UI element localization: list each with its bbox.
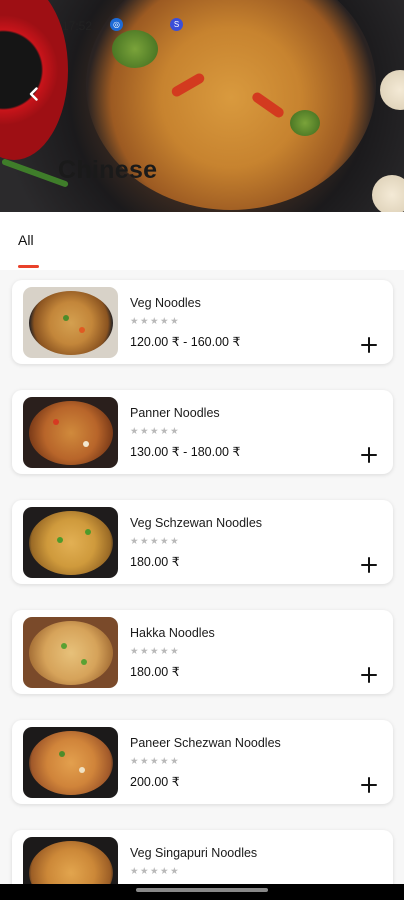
menu-item-card[interactable]: Veg Schzewan Noodles ★★★★★ 180.00 ₹ xyxy=(12,500,393,584)
item-price: 120.00 ₹ - 160.00 ₹ xyxy=(130,335,241,349)
add-item-button[interactable] xyxy=(359,775,379,795)
item-price: 200.00 ₹ xyxy=(130,775,180,789)
chevron-left-icon xyxy=(29,87,38,101)
food-thumbnail xyxy=(23,287,118,358)
app-notification-icon: ◎ xyxy=(110,18,123,31)
item-name: Hakka Noodles xyxy=(130,626,215,640)
broccoli xyxy=(290,110,320,136)
item-name: Veg Singapuri Noodles xyxy=(130,846,258,860)
category-title: Chinese xyxy=(58,156,158,184)
app-notification-icon: S xyxy=(170,18,183,31)
item-price: 180.00 ₹ xyxy=(130,555,180,569)
item-name: Panner Noodles xyxy=(130,406,220,420)
plus-icon xyxy=(361,557,377,573)
tab-all[interactable]: All xyxy=(18,232,34,248)
food-thumbnail xyxy=(23,727,118,798)
item-price: 180.00 ₹ xyxy=(130,665,180,679)
plus-icon xyxy=(361,777,377,793)
food-thumbnail xyxy=(23,397,118,468)
item-name: Veg Schzewan Noodles xyxy=(130,516,263,530)
menu-item-card[interactable]: Veg Noodles ★★★★★ 120.00 ₹ - 160.00 ₹ xyxy=(12,280,393,364)
rating-stars: ★★★★★ xyxy=(130,646,181,657)
menu-item-card[interactable]: Panner Noodles ★★★★★ 130.00 ₹ - 180.00 ₹ xyxy=(12,390,393,474)
plus-icon xyxy=(361,337,377,353)
broccoli xyxy=(112,30,158,68)
add-item-button[interactable] xyxy=(359,335,379,355)
active-tab-indicator xyxy=(18,265,39,268)
rating-stars: ★★★★★ xyxy=(130,756,181,767)
system-navigation-bar xyxy=(0,884,404,900)
tab-bar xyxy=(0,212,404,270)
add-item-button[interactable] xyxy=(359,555,379,575)
item-name: Veg Noodles xyxy=(130,296,201,310)
status-time: 17:52 xyxy=(62,19,93,33)
rating-stars: ★★★★★ xyxy=(130,316,181,327)
menu-item-card[interactable]: Hakka Noodles ★★★★★ 180.00 ₹ xyxy=(12,610,393,694)
food-thumbnail xyxy=(23,507,118,578)
dumpling xyxy=(380,70,404,110)
item-name: Paneer Schezwan Noodles xyxy=(130,736,281,750)
rating-stars: ★★★★★ xyxy=(130,426,181,437)
home-gesture-handle[interactable] xyxy=(136,888,268,892)
rating-stars: ★★★★★ xyxy=(130,866,181,877)
add-item-button[interactable] xyxy=(359,445,379,465)
plus-icon xyxy=(361,447,377,463)
back-button[interactable] xyxy=(20,80,48,108)
add-item-button[interactable] xyxy=(359,665,379,685)
item-price: 130.00 ₹ - 180.00 ₹ xyxy=(130,445,241,459)
plus-icon xyxy=(361,667,377,683)
rating-stars: ★★★★★ xyxy=(130,536,181,547)
menu-item-card[interactable]: Paneer Schezwan Noodles ★★★★★ 200.00 ₹ xyxy=(12,720,393,804)
food-thumbnail xyxy=(23,617,118,688)
dumpling xyxy=(372,175,404,212)
